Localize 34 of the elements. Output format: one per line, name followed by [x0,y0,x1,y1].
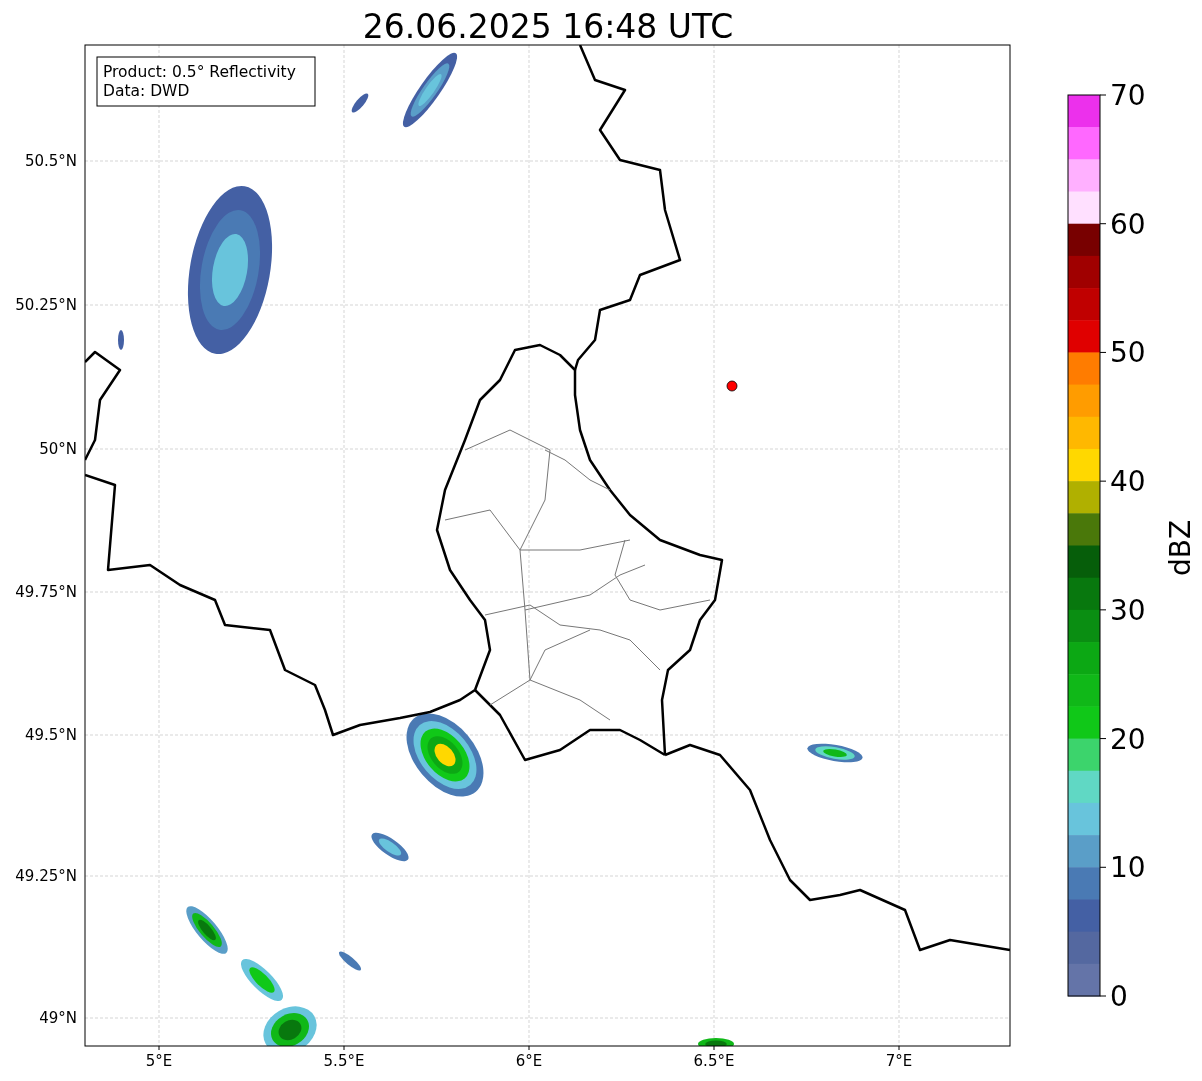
colorbar-tick-label: 50 [1110,336,1146,370]
axis-tick-label: 49°N [39,1009,77,1027]
axis-tick-label: 5.5°E [323,1052,365,1070]
radar-echo [698,1038,734,1046]
legend-text: Data: DWD [103,82,190,100]
axis-tick-label: 49.75°N [15,583,77,601]
colorbar-tick-label: 20 [1110,722,1146,756]
chart-title: 26.06.2025 16:48 UTC [362,7,734,46]
axis-tick-label: 50.5°N [24,152,77,170]
radar-echo [241,959,283,1001]
radar-echo [118,330,124,350]
axis-tick-label: 50.25°N [15,296,77,314]
axis-tick-label: 49.5°N [24,726,77,744]
radar-echo [263,1006,317,1046]
colorbar-tick-label: 40 [1110,465,1146,499]
axis-tick-label: 5°E [145,1052,173,1070]
colorbar-tick-label: 30 [1110,593,1146,627]
axis-tick-label: 49.25°N [15,867,77,885]
axis-tick-label: 6.5°E [693,1052,735,1070]
radar-echo [186,906,228,954]
colorbar-label: dBZ [1164,519,1197,577]
colorbar-tick-label: 60 [1110,207,1146,241]
radar-echo [371,832,409,862]
radar-echo [351,93,369,113]
location-marker [726,380,738,392]
axis-tick-label: 6°E [515,1052,543,1070]
colorbar-tick-label: 70 [1110,79,1146,112]
colorbar-tick-label: 0 [1110,980,1128,1013]
legend-text: Product: 0.5° Reflectivity [103,63,296,81]
colorbar-tick-label: 10 [1110,851,1146,885]
axis-tick-label: 7°E [885,1052,913,1070]
radar-echo [807,743,863,763]
axis-tick-label: 50°N [39,440,77,458]
radar-echo [339,951,361,971]
